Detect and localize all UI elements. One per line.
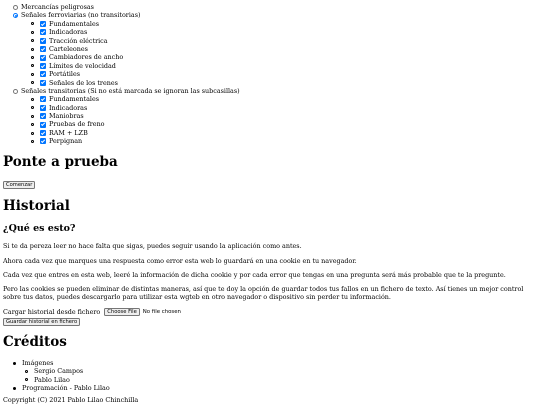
- file-load-row: Cargar historial desde fichero Choose Fi…: [3, 308, 181, 317]
- checkbox[interactable]: [40, 37, 46, 44]
- category-radio-senales-transitorias[interactable]: [13, 88, 18, 94]
- checkbox[interactable]: [40, 71, 46, 78]
- subcategory-item[interactable]: Fundamentales: [31, 95, 533, 103]
- subcategory-label: Tracción eléctrica: [49, 36, 108, 45]
- checkbox[interactable]: [40, 54, 46, 61]
- bullet-icon: [13, 386, 16, 390]
- checkbox[interactable]: [40, 79, 46, 86]
- credits-images-list: Sergio Campos Pablo Lilao: [13, 367, 110, 384]
- checkbox[interactable]: [40, 121, 46, 128]
- subcategory-item[interactable]: Carteleones: [31, 45, 533, 53]
- checkbox[interactable]: [40, 113, 46, 120]
- bullet-icon: [13, 361, 16, 365]
- subcategory-item[interactable]: Tracción eléctrica: [31, 37, 533, 45]
- subcategory-label: Portátiles: [49, 70, 81, 79]
- history-paragraph-1: Si te da pereza leer no hace falta que s…: [3, 242, 302, 250]
- subcategory-label: Fundamentales: [49, 19, 100, 28]
- checkbox[interactable]: [40, 20, 46, 27]
- subcategory-label: Señales de los trenes: [49, 78, 118, 87]
- category-label: Señales transitorias (Si no está marcada…: [21, 86, 240, 95]
- bullet-icon: [31, 106, 34, 110]
- category-list: Mercancías peligrosas Señales ferroviari…: [13, 3, 533, 146]
- subcategory-item[interactable]: Señales de los trenes: [31, 79, 533, 87]
- checkbox[interactable]: [40, 62, 46, 69]
- subcategory-list-transitorias: Fundamentales Indicadoras Maniobras Prue…: [13, 95, 533, 145]
- bullet-icon: [31, 47, 34, 51]
- subcategory-item[interactable]: Maniobras: [31, 112, 533, 120]
- credits-list: Imágenes Sergio Campos Pablo Lilao Progr…: [13, 359, 110, 393]
- category-item-mercancias[interactable]: Mercancías peligrosas: [13, 3, 533, 11]
- checkbox[interactable]: [40, 104, 46, 111]
- subcategory-label: Pruebas de freno: [49, 120, 105, 129]
- bullet-icon: [31, 64, 34, 68]
- checkbox[interactable]: [40, 46, 46, 53]
- subcategory-item[interactable]: RAM + LZB: [31, 129, 533, 137]
- checkbox[interactable]: [40, 29, 46, 36]
- history-paragraph-2: Ahora cada vez que marques una respuesta…: [3, 257, 357, 265]
- no-file-chosen-text: No file chosen: [142, 309, 181, 315]
- subcategory-item[interactable]: Pruebas de freno: [31, 120, 533, 128]
- copyright-text: Copyright (C) 2021 Pablo Lilao Chinchill…: [3, 396, 139, 404]
- subcategory-label: Perpignan: [49, 137, 83, 146]
- history-title: Historial: [3, 198, 70, 214]
- start-button[interactable]: Comenzar: [3, 181, 36, 189]
- credits-image-author: Pablo Lilao: [25, 376, 110, 384]
- bullet-icon: [25, 378, 28, 382]
- choose-file-button[interactable]: Choose File: [104, 308, 140, 317]
- credits-author: Pablo Lilao: [34, 375, 70, 384]
- subcategory-label: Indicadoras: [49, 28, 88, 37]
- credits-item-programming: Programación - Pablo Lilao: [13, 384, 110, 392]
- subcategory-label: RAM + LZB: [49, 128, 88, 137]
- subcategory-item[interactable]: Indicadoras: [31, 28, 533, 36]
- bullet-icon: [31, 72, 34, 76]
- checkbox[interactable]: [40, 138, 46, 145]
- category-label: Mercancías peligrosas: [21, 3, 94, 11]
- subcategory-item[interactable]: Límites de velocidad: [31, 62, 533, 70]
- quiz-title: Ponte a prueba: [3, 154, 118, 170]
- bullet-icon: [31, 81, 34, 85]
- subcategory-item[interactable]: Perpignan: [31, 137, 533, 145]
- history-subtitle: ¿Qué es esto?: [3, 223, 76, 234]
- bullet-icon: [31, 39, 34, 43]
- subcategory-label: Maniobras: [49, 112, 84, 121]
- subcategory-item[interactable]: Fundamentales: [31, 20, 533, 28]
- subcategory-label: Cambiadores de ancho: [49, 53, 124, 62]
- bullet-icon: [31, 22, 34, 26]
- category-radio-senales-ferroviarias[interactable]: [13, 13, 18, 19]
- bullet-icon: [25, 370, 28, 374]
- subcategory-item[interactable]: Indicadoras: [31, 104, 533, 112]
- save-history-button[interactable]: Guardar historial en fichero: [3, 318, 81, 326]
- checkbox[interactable]: [40, 130, 46, 137]
- subcategory-item[interactable]: Portátiles: [31, 70, 533, 78]
- credits-item-images: Imágenes: [13, 359, 110, 367]
- bullet-icon: [31, 114, 34, 118]
- category-item-senales-ferroviarias[interactable]: Señales ferroviarias (no transitorias): [13, 11, 533, 19]
- subcategory-label: Indicadoras: [49, 103, 88, 112]
- bullet-icon: [31, 56, 34, 60]
- subcategory-label: Carteleones: [49, 44, 88, 53]
- subcategory-item[interactable]: Cambiadores de ancho: [31, 53, 533, 61]
- subcategory-list-ferroviarias: Fundamentales Indicadoras Tracción eléct…: [13, 20, 533, 87]
- category-item-senales-transitorias[interactable]: Señales transitorias (Si no está marcada…: [13, 87, 533, 95]
- subcategory-label: Fundamentales: [49, 95, 100, 104]
- subcategory-label: Límites de velocidad: [49, 61, 116, 70]
- credits-title: Créditos: [3, 334, 67, 350]
- category-label: Señales ferroviarias (no transitorias): [21, 11, 141, 20]
- bullet-icon: [31, 97, 34, 101]
- credits-author: Sergio Campos: [34, 367, 84, 376]
- credits-image-author: Sergio Campos: [25, 367, 110, 375]
- checkbox[interactable]: [40, 96, 46, 103]
- bullet-icon: [31, 139, 34, 143]
- category-radio-mercancias[interactable]: [13, 4, 18, 10]
- bullet-icon: [31, 131, 34, 135]
- file-load-label: Cargar historial desde fichero: [3, 308, 101, 316]
- credits-programming: Programación - Pablo Lilao: [22, 384, 110, 393]
- credits-images-label: Imágenes: [22, 359, 54, 367]
- history-paragraph-4: Pero las cookies se pueden eliminar de d…: [3, 285, 524, 302]
- history-paragraph-3: Cada vez que entres en esta web, leeré l…: [3, 271, 506, 279]
- bullet-icon: [31, 30, 34, 34]
- bullet-icon: [31, 123, 34, 127]
